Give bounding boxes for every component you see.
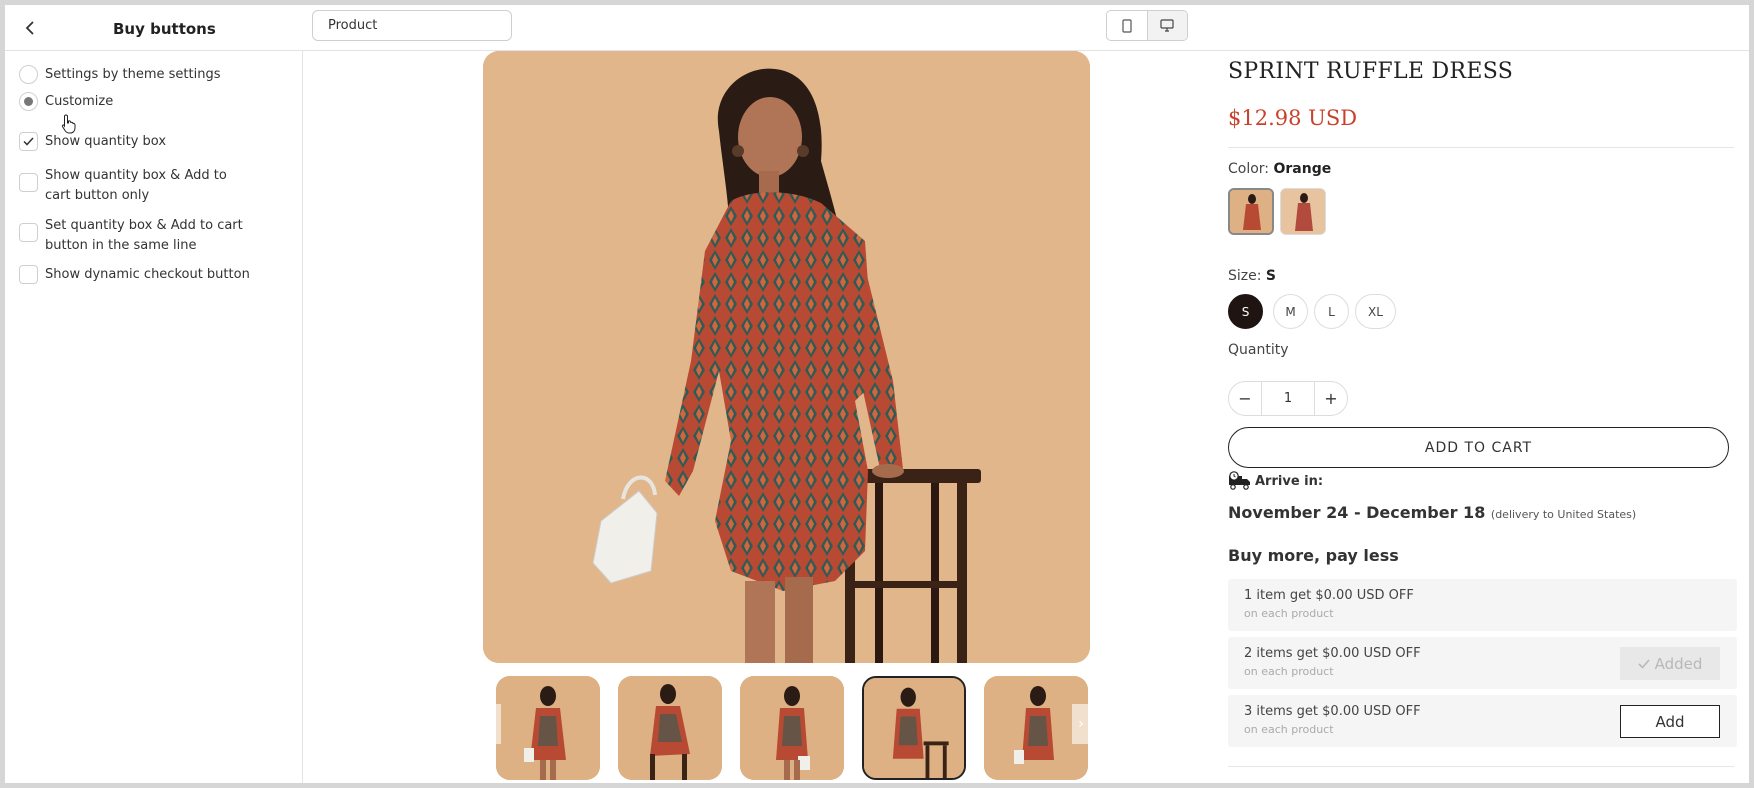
thumbnail-photo xyxy=(740,676,844,780)
bundle-tier-2: 2 items get $0.00 USD OFF on each produc… xyxy=(1228,637,1737,689)
radio-customize[interactable]: Customize xyxy=(19,92,255,112)
quantity-label: Quantity xyxy=(1228,342,1289,358)
chevron-right-icon: › xyxy=(1078,716,1084,732)
chevron-left-icon xyxy=(25,21,34,35)
delivery-estimate: November 24 - December 18 (delivery to U… xyxy=(1228,503,1636,522)
checkbox-label: Show dynamic checkout button xyxy=(45,267,250,282)
checkbox-same-line[interactable]: Set quantity box & Add to cart button in… xyxy=(19,216,255,256)
thumbnail-photo xyxy=(864,678,964,778)
checkbox[interactable] xyxy=(19,223,38,242)
color-swatch-orange[interactable] xyxy=(1228,188,1274,235)
checkbox-label: Set quantity box & Add to cart button in… xyxy=(45,218,243,253)
product-price: $12.98 USD xyxy=(1228,106,1358,130)
app-frame: Buy buttons Product Settings by theme se… xyxy=(5,5,1749,783)
tier-main-text: 2 items get $0.00 USD OFF xyxy=(1244,646,1421,661)
tier-main-text: 3 items get $0.00 USD OFF xyxy=(1244,704,1421,719)
quantity-decrease-button[interactable]: − xyxy=(1229,382,1261,415)
add-to-cart-button[interactable]: ADD TO CART xyxy=(1228,427,1729,468)
color-label-row: Color: Orange xyxy=(1228,161,1331,177)
tier-sub-text: on each product xyxy=(1244,665,1334,678)
thumbnail-photo xyxy=(496,676,600,780)
product-title: SPRINT RUFFLE DRESS xyxy=(1228,59,1514,84)
color-label: Color: xyxy=(1228,161,1270,177)
size-option-s[interactable]: S xyxy=(1228,294,1263,329)
tier-main-text: 1 item get $0.00 USD OFF xyxy=(1244,588,1414,603)
thumbnail-strip: ‹ › xyxy=(483,671,1090,783)
product-info: SPRINT RUFFLE DRESS $12.98 USD Color: Or… xyxy=(1228,51,1737,783)
hand-cursor-icon xyxy=(61,114,76,134)
tier-sub-text: on each product xyxy=(1244,723,1334,736)
device-toggle xyxy=(1106,10,1188,41)
top-bar: Buy buttons Product xyxy=(5,5,1749,51)
tier-added-button[interactable]: Added xyxy=(1620,647,1720,680)
radio-theme-settings[interactable]: Settings by theme settings xyxy=(19,65,255,85)
bundle-tier-1: 1 item get $0.00 USD OFF on each product xyxy=(1228,579,1737,631)
size-value: S xyxy=(1265,268,1277,284)
bundle-tier-3: 3 items get $0.00 USD OFF on each produc… xyxy=(1228,695,1737,747)
radio-label: Customize xyxy=(45,94,114,109)
size-option-l[interactable]: L xyxy=(1314,294,1349,329)
thumbnail-next-button[interactable]: › xyxy=(1072,704,1090,744)
checkbox[interactable] xyxy=(19,173,38,192)
quantity-input[interactable]: 1 xyxy=(1261,382,1315,415)
thumbnail-4[interactable] xyxy=(862,676,966,780)
thumbnail-3[interactable] xyxy=(740,676,844,780)
delivery-dates: November 24 - December 18 xyxy=(1228,503,1486,522)
quantity-stepper: − 1 + xyxy=(1228,381,1348,416)
arrive-row: Arrive in: xyxy=(1228,471,1323,491)
delivery-truck-icon xyxy=(1229,471,1250,490)
radio-button[interactable] xyxy=(19,65,38,84)
delivery-note: (delivery to United States) xyxy=(1490,508,1637,521)
desktop-icon xyxy=(1160,19,1174,32)
checkbox-show-quantity-box[interactable]: Show quantity box xyxy=(19,132,255,152)
size-option-xl[interactable]: XL xyxy=(1355,294,1396,329)
quantity-increase-button[interactable]: + xyxy=(1315,382,1347,415)
swatch-photo xyxy=(1281,189,1325,234)
checkmark-icon xyxy=(1638,658,1650,669)
arrive-label: Arrive in: xyxy=(1255,473,1324,489)
color-swatch-alt[interactable] xyxy=(1280,188,1326,235)
size-label: Size: xyxy=(1228,268,1262,284)
product-select[interactable]: Product xyxy=(312,10,512,41)
checkmark-icon xyxy=(23,137,34,146)
back-button[interactable] xyxy=(19,17,41,39)
tier-button-label: Added xyxy=(1654,654,1703,673)
checkbox[interactable] xyxy=(19,132,38,151)
divider xyxy=(1228,766,1734,767)
size-option-m[interactable]: M xyxy=(1273,294,1308,329)
dress-model-photo xyxy=(483,51,1090,663)
tier-sub-text: on each product xyxy=(1244,607,1334,620)
mobile-view-button[interactable] xyxy=(1107,11,1147,40)
bundle-title: Buy more, pay less xyxy=(1228,546,1399,565)
checkbox-dynamic-checkout[interactable]: Show dynamic checkout button xyxy=(19,265,255,285)
thumbnail-prev-button[interactable]: ‹ xyxy=(483,704,501,744)
radio-button[interactable] xyxy=(19,92,38,111)
checkbox-label: Show quantity box & Add to cart button o… xyxy=(45,168,227,203)
thumbnail-1[interactable] xyxy=(496,676,600,780)
color-value: Orange xyxy=(1273,161,1332,177)
desktop-view-button[interactable] xyxy=(1146,11,1187,40)
chevron-left-icon: ‹ xyxy=(489,716,495,732)
checkbox-quantity-and-cart-only[interactable]: Show quantity box & Add to cart button o… xyxy=(19,166,255,206)
checkbox-label: Show quantity box xyxy=(45,134,167,149)
divider xyxy=(1228,147,1734,148)
mobile-icon xyxy=(1122,18,1132,33)
thumbnail-2[interactable] xyxy=(618,676,722,780)
radio-label: Settings by theme settings xyxy=(45,67,221,82)
thumbnail-photo xyxy=(618,676,722,780)
product-main-image[interactable] xyxy=(483,51,1090,663)
settings-sidebar: Settings by theme settings Customize Sho… xyxy=(5,51,303,783)
page-title: Buy buttons xyxy=(113,20,216,38)
size-label-row: Size: S xyxy=(1228,268,1276,284)
checkbox[interactable] xyxy=(19,265,38,284)
swatch-photo xyxy=(1230,190,1272,233)
tier-add-button[interactable]: Add xyxy=(1620,705,1720,738)
